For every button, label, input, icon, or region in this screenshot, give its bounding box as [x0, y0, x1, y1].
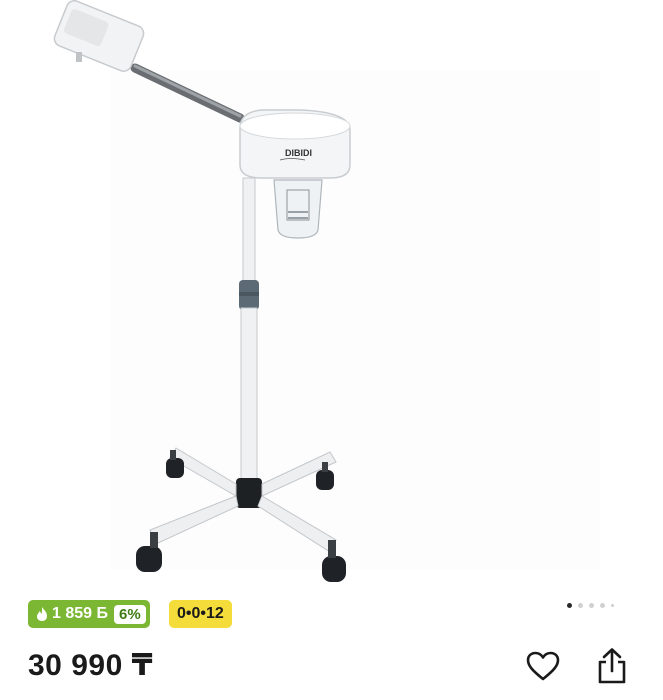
gallery-dot-active[interactable]: [567, 603, 572, 608]
bonus-amount: 1 859 Б: [52, 605, 108, 622]
heart-icon: [526, 651, 560, 681]
gallery-dot[interactable]: [578, 603, 583, 608]
installment-label: 0•0•12: [177, 605, 224, 622]
svg-text:DIBIDI: DIBIDI: [285, 148, 312, 158]
gallery-dot[interactable]: [589, 603, 594, 608]
share-button[interactable]: [592, 646, 632, 686]
favorite-button[interactable]: [523, 646, 563, 686]
gallery-dot[interactable]: [611, 604, 614, 607]
bonus-percent: 6%: [113, 604, 146, 624]
gallery-pagination[interactable]: [567, 603, 614, 608]
product-price: 30 990 ₸: [28, 649, 153, 682]
product-image[interactable]: DIBIDI: [0, 0, 663, 595]
flame-icon: [37, 607, 47, 621]
gallery-dot[interactable]: [600, 603, 605, 608]
share-icon: [598, 648, 626, 684]
installment-badge[interactable]: 0•0•12: [169, 600, 232, 628]
bonus-badge[interactable]: 1 859 Б 6%: [28, 600, 150, 628]
